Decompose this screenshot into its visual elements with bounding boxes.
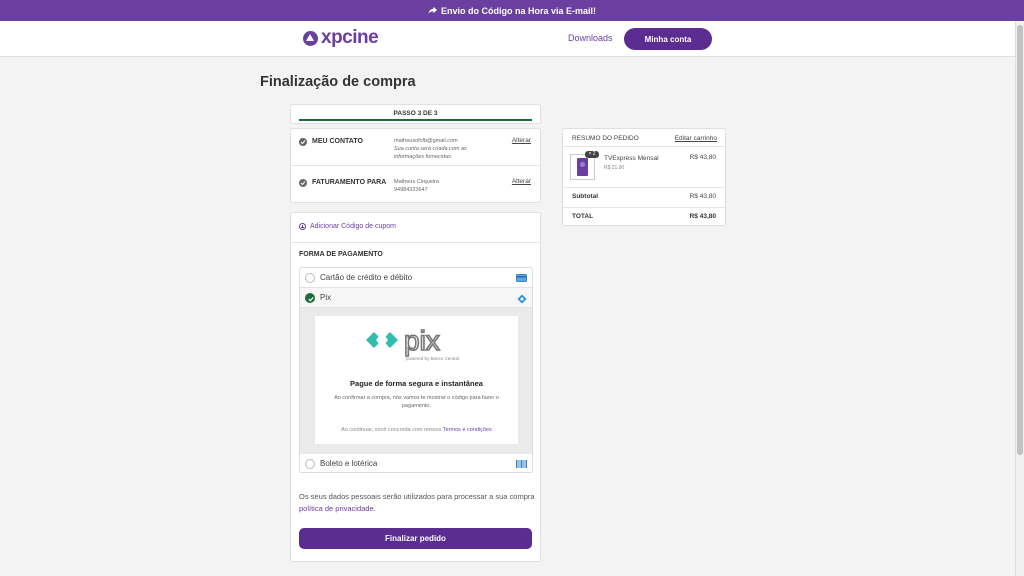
checkout-steps: PASSO 3 DE 3 — [290, 104, 541, 124]
radio-card[interactable] — [305, 273, 315, 283]
billing-phone: 94984323647 — [394, 187, 428, 193]
contact-label: MEU CONTATO — [312, 138, 363, 145]
contact-email: matheusofcfb@gmail.com — [394, 138, 458, 144]
my-account-button[interactable]: Minha conta — [624, 28, 712, 50]
pix-terms-text: Ao continuar, você concorda com nossos T… — [315, 427, 518, 433]
xpcine-logo[interactable]: xpcine — [303, 27, 379, 48]
total-label: TOTAL — [572, 213, 594, 220]
page-title: Finalização de compra — [260, 74, 416, 90]
contact-note-line1: Sua conta será criada com as — [394, 146, 467, 152]
contact-details: matheusofcfb@gmail.com Sua conta será cr… — [394, 137, 467, 161]
subtotal-value: R$ 43,80 — [689, 193, 716, 200]
terms-prefix: Ao continuar, você concorda com nossos — [341, 427, 442, 433]
payment-methods: Cartão de crédito e débito Pix pix power… — [299, 267, 533, 473]
contact-row: MEU CONTATO matheusofcfb@gmail.com Sua c… — [291, 129, 540, 166]
site-header: xpcine Downloads Minha conta — [0, 21, 1015, 57]
billing-name: Matheus Cirqueira — [394, 179, 439, 185]
payment-option-label: Pix — [320, 293, 332, 302]
divider — [563, 146, 725, 147]
divider — [563, 207, 725, 208]
pix-logo-tagline: powered by Banco Central — [406, 356, 459, 361]
share-arrow-icon — [428, 6, 437, 15]
privacy-text: Os seus dados pessoais serão utilizados … — [299, 492, 535, 501]
radio-pix-selected[interactable] — [305, 293, 315, 303]
payment-method-title: FORMA DE PAGAMENTO — [299, 251, 383, 258]
finalize-order-button[interactable]: Finalizar pedido — [299, 528, 532, 549]
check-circle-icon — [299, 138, 307, 146]
pix-logo: pix powered by Banco Central — [366, 326, 459, 361]
billing-row: FATURAMENTO PARA Matheus Cirqueira 94984… — [291, 170, 540, 207]
pix-info-panel: pix powered by Banco Central Pague de fo… — [300, 308, 532, 454]
logo-text: xpcine — [321, 27, 379, 48]
add-coupon-link[interactable]: Adicionar Código de cupom — [299, 223, 396, 230]
subtotal-label: Subtotal — [572, 193, 598, 200]
check-circle-icon — [299, 179, 307, 187]
radio-boleto[interactable] — [305, 459, 315, 469]
product-name: TVExpress Mensal — [604, 155, 659, 162]
billing-details: Matheus Cirqueira 94984323647 — [394, 178, 439, 194]
terms-link[interactable]: Termos e condições — [443, 427, 492, 433]
privacy-policy-link[interactable]: política de privacidade — [299, 504, 374, 513]
privacy-notice: Os seus dados pessoais serão utilizados … — [299, 491, 535, 515]
privacy-suffix: . — [373, 504, 376, 513]
divider — [563, 187, 725, 188]
billing-label: FATURAMENTO PARA — [312, 179, 387, 186]
promo-banner: Envio do Código na Hora via E-mail! — [0, 0, 1024, 21]
product-unit-price: R$ 21,90 — [604, 165, 625, 171]
page-scrollbar[interactable] — [1015, 21, 1024, 576]
payment-card: Adicionar Código de cupom FORMA DE PAGAM… — [290, 212, 541, 562]
edit-billing-link[interactable]: Alterar — [512, 178, 531, 185]
pix-logo-text: pix — [404, 326, 440, 356]
add-coupon-label: Adicionar Código de cupom — [310, 223, 396, 230]
barcode-icon — [516, 460, 527, 468]
downloads-link[interactable]: Downloads — [568, 33, 613, 43]
tv-box-icon — [577, 158, 588, 176]
payment-option-boleto[interactable]: Boleto e lotérica — [300, 454, 532, 472]
total-value: R$ 43,80 — [689, 213, 716, 220]
scrollbar-thumb[interactable] — [1017, 25, 1023, 455]
edit-contact-link[interactable]: Alterar — [512, 137, 531, 144]
divider — [291, 242, 540, 243]
payment-option-card[interactable]: Cartão de crédito e débito — [300, 268, 532, 288]
pix-icon — [517, 294, 527, 304]
order-summary-card: RESUMO DO PEDIDO Editar carrinho × 2 TVE… — [562, 128, 726, 226]
product-price: R$ 43,80 — [689, 154, 716, 161]
edit-cart-link[interactable]: Editar carrinho — [675, 135, 717, 142]
steps-progress-bar — [299, 119, 532, 121]
credit-card-icon — [516, 274, 527, 282]
payment-option-label: Boleto e lotérica — [320, 459, 378, 468]
pix-headline: Pague de forma segura e instantânea — [350, 379, 483, 388]
pix-info-box: pix powered by Banco Central Pague de fo… — [315, 316, 518, 444]
order-summary-title: RESUMO DO PEDIDO — [572, 135, 639, 142]
plus-circle-icon — [299, 223, 306, 230]
logo-mark-icon — [303, 30, 318, 46]
contact-note-line2: informações fornecidas. — [394, 154, 453, 160]
payment-option-label: Cartão de crédito e débito — [320, 273, 413, 282]
promo-text: Envio do Código na Hora via E-mail! — [440, 5, 597, 16]
payment-option-pix[interactable]: Pix — [300, 288, 532, 308]
steps-label: PASSO 3 DE 3 — [393, 110, 438, 117]
quantity-badge: × 2 — [585, 151, 599, 158]
customer-info-card: MEU CONTATO matheusofcfb@gmail.com Sua c… — [290, 128, 541, 203]
pix-description: Ao confirmar a compra, nós vamos te most… — [334, 395, 499, 409]
